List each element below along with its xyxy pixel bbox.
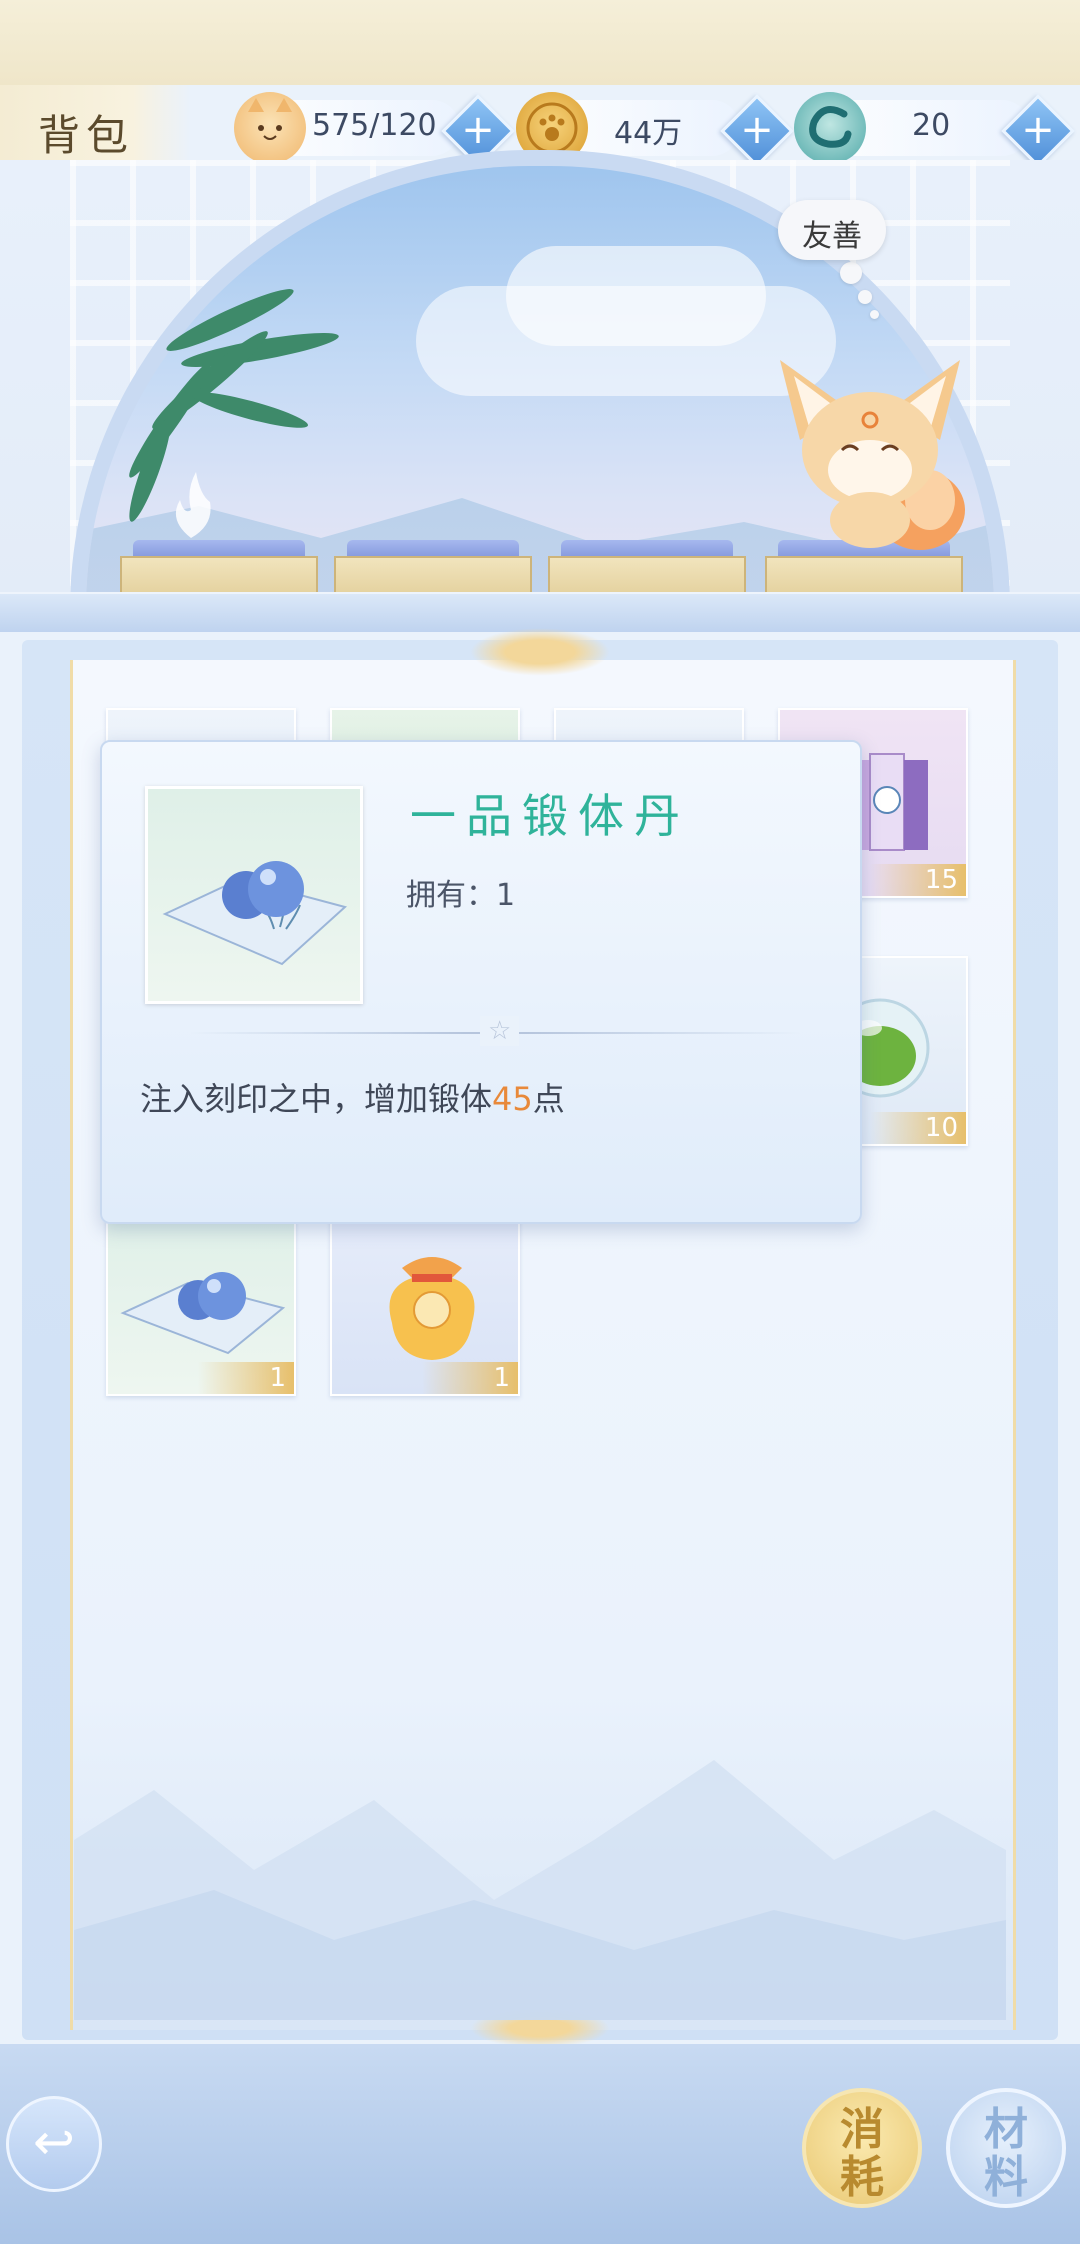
bubble-dot [840,262,862,284]
lucky-bag-icon [389,1257,475,1360]
gold-ornament [470,628,610,676]
back-button[interactable]: ↩ [6,2096,102,2192]
pet-mood-text: 友善 [802,219,862,254]
jade-dragon-icon [794,92,866,164]
tab-materials[interactable]: 材 料 [946,2088,1066,2208]
coin-value: 44万 [614,116,683,151]
top-decor-strip [0,0,1080,85]
fox-pet[interactable] [770,350,980,560]
divider-beam [0,592,1080,632]
tooltip-owned-count: 拥有：1 [406,878,516,913]
item-quantity: 15 [870,864,966,896]
bubble-dot [858,290,872,304]
item-quantity: 10 [870,1112,966,1144]
tab-consumables[interactable]: 消 耗 [802,2088,922,2208]
add-coin-button[interactable]: + [720,94,794,168]
spirit-flame-icon [175,472,211,538]
inventory-slot[interactable]: 1 [330,1206,520,1396]
star-icon: ☆ [480,1016,520,1046]
bamboo-leaves [129,289,339,522]
page-title: 背包 [38,111,135,160]
back-arrow-icon: ↩ [33,2113,75,2171]
jade-value: 20 [912,108,951,143]
cat-face-icon [234,92,306,164]
tab-consumables-label: 消 耗 [840,2104,884,2203]
tooltip-item-icon [145,786,363,1004]
tooltip-description: 注入刻印之中，增加锻体45点 [140,1080,565,1118]
item-quantity: 1 [422,1362,518,1394]
panel-landscape [74,1760,1006,2020]
blue-pills-icon [120,1272,286,1355]
blue-pills-icon [162,861,348,966]
stamina-value: 575/120 [312,108,437,143]
item-quantity: 1 [198,1362,294,1394]
tab-materials-label: 材 料 [984,2104,1028,2203]
tooltip-item-name: 一品锻体丹 [410,789,690,843]
inventory-slot[interactable]: 1 [106,1206,296,1396]
bubble-dot [870,310,879,319]
